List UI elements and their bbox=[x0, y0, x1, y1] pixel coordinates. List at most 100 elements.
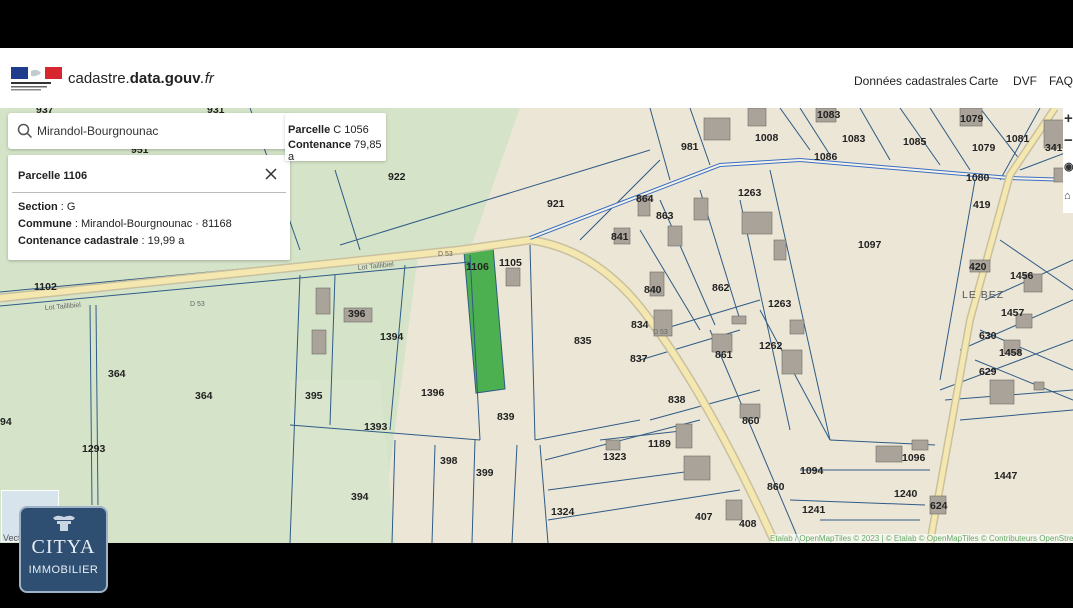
section-label: Section bbox=[18, 201, 58, 213]
brand-prefix: cadastre. bbox=[68, 70, 130, 87]
contenance-value: : 19,99 a bbox=[138, 235, 185, 247]
parcel-label: 407 bbox=[695, 511, 713, 523]
watermark-line2: IMMOBILIER bbox=[28, 564, 99, 576]
commune-row: Commune : Mirandol-Bourgnounac · 81168 bbox=[18, 218, 232, 230]
close-icon[interactable] bbox=[264, 167, 278, 181]
parcel-label: 840 bbox=[644, 284, 662, 296]
map-attribution[interactable]: Etalab / OpenMapTiles © 2023 | © Etalab … bbox=[770, 534, 1073, 543]
parcel-label: 1323 bbox=[603, 451, 627, 463]
section-row: Section : G bbox=[18, 201, 75, 213]
parcel-label: 1094 bbox=[800, 465, 824, 477]
nav-dvf[interactable]: DVF bbox=[1013, 74, 1037, 88]
layers-icon[interactable]: ⌂ bbox=[1064, 190, 1071, 202]
parcel-label: 398 bbox=[440, 455, 458, 467]
parcel-label: 860 bbox=[767, 481, 785, 493]
zoom-in-icon[interactable]: + bbox=[1064, 110, 1073, 127]
search-box[interactable] bbox=[8, 113, 290, 149]
parcel-label: 922 bbox=[388, 171, 406, 183]
bottom-letterbox bbox=[0, 543, 1073, 608]
parcel-label: 1102 bbox=[34, 281, 57, 293]
parcel-label: 921 bbox=[547, 198, 565, 210]
road-label: D 53 bbox=[438, 251, 453, 258]
field-area bbox=[290, 380, 395, 543]
nav-donnees-cadastrales[interactable]: Données cadastrales bbox=[854, 74, 967, 88]
section-value: : G bbox=[57, 201, 76, 213]
parcel-label: 1456 bbox=[1010, 270, 1034, 282]
contenance-row: Contenance cadastrale : 19,99 a bbox=[18, 235, 184, 247]
compass-icon[interactable]: ◉ bbox=[1064, 160, 1073, 173]
watermark-line1: CITYA bbox=[31, 536, 96, 558]
parcel-label: 1096 bbox=[902, 452, 926, 464]
parcel-label: 395 bbox=[305, 390, 323, 402]
parcel-label: 1097 bbox=[858, 239, 882, 251]
popup-contenance-label: Contenance bbox=[288, 139, 351, 151]
popup-parcel-row: Parcelle C 1056 bbox=[288, 124, 369, 136]
parcel-label: 1081 bbox=[1006, 133, 1030, 145]
parcel-label: 1241 bbox=[802, 504, 826, 516]
parcel-label: 629 bbox=[979, 366, 997, 378]
parcel-label: 1079 bbox=[960, 113, 984, 125]
road-label: D 53 bbox=[653, 329, 668, 336]
parcel-label: 981 bbox=[681, 141, 699, 153]
parcel-label: 341 bbox=[1045, 142, 1063, 154]
column-capital-icon bbox=[53, 515, 75, 531]
parcel-label: 1083 bbox=[817, 109, 841, 121]
brand-suffix: .fr bbox=[200, 70, 214, 87]
parcel-label: 624 bbox=[930, 500, 948, 512]
parcel-label: 1106 bbox=[466, 261, 489, 273]
parcel-label: 864 bbox=[636, 193, 654, 205]
parcel-label: 408 bbox=[739, 518, 757, 530]
popup-parcel-label: Parcelle bbox=[288, 124, 331, 136]
popup-parcel-value: C 1056 bbox=[330, 124, 369, 136]
parcel-label: 837 bbox=[630, 353, 648, 365]
parcel-label: 841 bbox=[611, 231, 629, 243]
commune-value: : Mirandol-Bourgnounac · 81168 bbox=[71, 218, 232, 230]
road-upper bbox=[529, 157, 1073, 240]
nav-faq[interactable]: FAQ bbox=[1049, 74, 1073, 88]
parcel-label: 1080 bbox=[966, 172, 990, 184]
parcel-label: 1396 bbox=[421, 387, 445, 399]
map-controls: + − ◉ ⌂ bbox=[1063, 108, 1073, 213]
parcel-label: 834 bbox=[631, 319, 649, 331]
parcel-label: 1263 bbox=[768, 298, 792, 310]
road-upper-fill bbox=[529, 158, 1073, 239]
parcel-label: 94 bbox=[0, 416, 12, 428]
brand-title[interactable]: cadastre.data.gouv.fr bbox=[68, 70, 214, 87]
parcel-label: 364 bbox=[195, 390, 213, 402]
parcel-label: 1457 bbox=[1001, 307, 1025, 319]
search-icon bbox=[17, 123, 33, 139]
parcel-label: 396 bbox=[348, 308, 366, 320]
citya-watermark-logo: CITYA IMMOBILIER bbox=[19, 506, 108, 593]
parcel-title: Parcelle 1106 bbox=[18, 170, 88, 182]
nav-carte[interactable]: Carte bbox=[969, 74, 998, 88]
parcel-label: 1189 bbox=[648, 438, 671, 450]
marianne-logo[interactable] bbox=[11, 65, 63, 93]
parcel-label: 394 bbox=[351, 491, 369, 503]
panel-divider bbox=[12, 192, 286, 193]
parcel-label: 862 bbox=[712, 282, 730, 294]
parcel-label: 1083 bbox=[842, 133, 866, 145]
parcel-label: 1293 bbox=[82, 443, 106, 455]
parcel-label: 1262 bbox=[759, 340, 783, 352]
brand-bold: data.gouv bbox=[129, 70, 201, 87]
parcel-label: 399 bbox=[476, 467, 494, 479]
zoom-out-icon[interactable]: − bbox=[1064, 132, 1073, 149]
parcel-label: 1079 bbox=[972, 142, 996, 154]
contenance-label: Contenance cadastrale bbox=[18, 235, 139, 247]
parcel-label: 1324 bbox=[551, 506, 575, 518]
parcel-label: 1393 bbox=[364, 421, 388, 433]
parcel-label: 630 bbox=[979, 330, 997, 342]
parcel-label: 860 bbox=[742, 415, 760, 427]
parcel-label: 1086 bbox=[814, 151, 838, 163]
parcel-info-panel: Parcelle 1106 Section : G Commune : Mira… bbox=[8, 155, 290, 260]
top-letterbox bbox=[0, 0, 1073, 48]
parcel-label: 1085 bbox=[903, 136, 927, 148]
parcel-label: 1263 bbox=[738, 187, 762, 199]
parcel-label: 1447 bbox=[994, 470, 1018, 482]
place-label-le-bez: LE BEZ bbox=[962, 289, 1004, 301]
search-input[interactable] bbox=[35, 120, 279, 142]
parcel-label: 861 bbox=[715, 349, 733, 361]
parcel-label: 1240 bbox=[894, 488, 918, 500]
road-label: D 53 bbox=[190, 301, 205, 308]
parcel-label: 863 bbox=[656, 210, 674, 222]
